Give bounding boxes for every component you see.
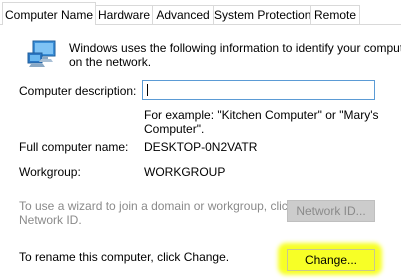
network-id-text-line2: Network ID. bbox=[19, 213, 82, 227]
intro-text-line1: Windows uses the following information t… bbox=[69, 41, 401, 55]
tab-strip: Computer Name Hardware Advanced System P… bbox=[0, 0, 401, 25]
tab-advanced[interactable]: Advanced bbox=[152, 5, 214, 24]
tab-hardware[interactable]: Hardware bbox=[95, 5, 153, 24]
rename-text: To rename this computer, click Change. bbox=[19, 250, 230, 264]
tab-remote[interactable]: Remote bbox=[310, 5, 360, 24]
full-computer-name-label: Full computer name: bbox=[19, 140, 129, 154]
intro-text-line2: on the network. bbox=[69, 55, 152, 69]
computer-monitor-icon bbox=[27, 40, 56, 67]
workgroup-value: WORKGROUP bbox=[144, 165, 226, 179]
tab-computer-name[interactable]: Computer Name bbox=[2, 2, 96, 25]
text-caret bbox=[147, 84, 148, 96]
tab-system-protection[interactable]: System Protection bbox=[213, 5, 311, 24]
full-computer-name-value: DESKTOP-0N2VATR bbox=[144, 140, 258, 154]
description-hint-line2: Computer". bbox=[144, 122, 205, 136]
workgroup-label: Workgroup: bbox=[19, 165, 81, 179]
network-id-button[interactable]: Network ID... bbox=[287, 200, 375, 222]
system-properties-dialog: Computer Name Hardware Advanced System P… bbox=[0, 0, 401, 280]
computer-description-label: Computer description: bbox=[19, 84, 137, 98]
computer-description-input[interactable] bbox=[142, 80, 375, 100]
description-hint-line1: For example: "Kitchen Computer" or "Mary… bbox=[144, 108, 379, 122]
network-id-text-line1: To use a wizard to join a domain or work… bbox=[19, 199, 294, 213]
change-button[interactable]: Change... bbox=[287, 249, 375, 271]
